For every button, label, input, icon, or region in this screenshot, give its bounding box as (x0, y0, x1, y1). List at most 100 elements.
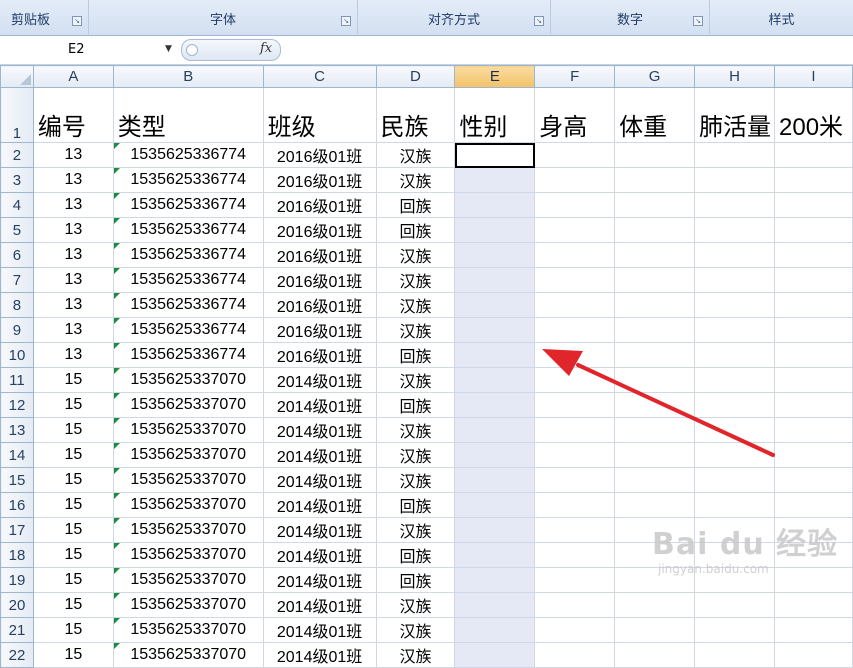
cell-a[interactable]: 13 (32, 142, 114, 168)
cell-c[interactable]: 2014级01班 (262, 417, 377, 443)
cell-h[interactable] (694, 492, 775, 518)
cell-b[interactable]: 1535625337070 (112, 442, 264, 468)
cell-i[interactable] (774, 392, 853, 418)
cell-a[interactable]: 13 (32, 217, 114, 243)
row-header[interactable]: 16 (0, 492, 34, 518)
cell-b[interactable]: 1535625336774 (112, 317, 264, 343)
cell-f[interactable] (534, 617, 616, 643)
cell-i[interactable] (774, 317, 853, 343)
cell-f[interactable] (534, 342, 616, 368)
cell-c[interactable]: 2014级01班 (262, 467, 377, 493)
cell-c[interactable]: 2016级01班 (262, 142, 377, 168)
cell-i[interactable] (774, 467, 853, 493)
cell-b[interactable]: 1535625337070 (112, 642, 264, 668)
cell-b[interactable]: 1535625337070 (112, 567, 264, 593)
header-cell-b[interactable]: 类型 (112, 87, 264, 143)
dialog-launcher-icon[interactable]: ↘ (72, 16, 82, 26)
cell-f[interactable] (534, 367, 616, 393)
cell-i[interactable] (774, 142, 853, 168)
cell-a[interactable]: 13 (32, 267, 114, 293)
cell-e[interactable] (454, 392, 536, 418)
cell-b[interactable]: 1535625337070 (112, 392, 264, 418)
cell-c[interactable]: 2014级01班 (262, 442, 377, 468)
row-header[interactable]: 7 (0, 267, 34, 293)
cell-e[interactable] (454, 242, 536, 268)
column-header-g[interactable]: G (614, 65, 696, 88)
cell-f[interactable] (534, 642, 616, 668)
cell-d[interactable]: 汉族 (375, 617, 456, 643)
cell-h[interactable] (694, 242, 775, 268)
row-header[interactable]: 2 (0, 142, 34, 168)
name-box[interactable]: E2 ▼ (2, 39, 174, 60)
cell-g[interactable] (614, 317, 696, 343)
cell-f[interactable] (534, 442, 616, 468)
cell-a[interactable]: 15 (32, 417, 114, 443)
header-cell-h[interactable]: 肺活量 (694, 87, 775, 143)
cell-b[interactable]: 1535625337070 (112, 592, 264, 618)
cell-c[interactable]: 2014级01班 (262, 642, 377, 668)
cell-g[interactable] (614, 392, 696, 418)
column-header-b[interactable]: B (112, 65, 264, 88)
cell-h[interactable] (694, 217, 775, 243)
row-header[interactable]: 17 (0, 517, 34, 543)
cell-g[interactable] (614, 367, 696, 393)
cell-a[interactable]: 15 (32, 517, 114, 543)
cell-d[interactable]: 回族 (375, 542, 456, 568)
row-header[interactable]: 1 (0, 87, 34, 143)
row-header[interactable]: 22 (0, 642, 34, 668)
header-cell-a[interactable]: 编号 (32, 87, 114, 143)
cell-a[interactable]: 15 (32, 367, 114, 393)
cell-a[interactable]: 15 (32, 467, 114, 493)
cell-b[interactable]: 1535625336774 (112, 242, 264, 268)
cell-c[interactable]: 2016级01班 (262, 342, 377, 368)
cell-b[interactable]: 1535625336774 (112, 192, 264, 218)
cell-e[interactable] (454, 317, 536, 343)
cell-c[interactable]: 2016级01班 (262, 167, 377, 193)
cell-a[interactable]: 13 (32, 317, 114, 343)
header-cell-i[interactable]: 200米 (774, 87, 853, 143)
row-header[interactable]: 18 (0, 542, 34, 568)
cell-h[interactable] (694, 142, 775, 168)
cell-a[interactable]: 13 (32, 342, 114, 368)
cell-c[interactable]: 2014级01班 (262, 367, 377, 393)
cell-a[interactable]: 15 (32, 592, 114, 618)
cell-a[interactable]: 15 (32, 492, 114, 518)
cell-e[interactable] (454, 592, 536, 618)
column-header-f[interactable]: F (534, 65, 616, 88)
cell-d[interactable]: 汉族 (375, 417, 456, 443)
cell-h[interactable] (694, 442, 775, 468)
dialog-launcher-icon[interactable]: ↘ (341, 16, 351, 26)
cell-d[interactable]: 汉族 (375, 267, 456, 293)
cell-b[interactable]: 1535625337070 (112, 467, 264, 493)
header-cell-g[interactable]: 体重 (614, 87, 696, 143)
cell-b[interactable]: 1535625336774 (112, 167, 264, 193)
cell-g[interactable] (614, 617, 696, 643)
cell-d[interactable]: 回族 (375, 342, 456, 368)
cell-h[interactable] (694, 292, 775, 318)
chevron-down-icon[interactable]: ▼ (165, 39, 172, 60)
cell-d[interactable]: 汉族 (375, 317, 456, 343)
cell-i[interactable] (774, 192, 853, 218)
cell-f[interactable] (534, 492, 616, 518)
cell-b[interactable]: 1535625337070 (112, 417, 264, 443)
cell-i[interactable] (774, 342, 853, 368)
cell-b[interactable]: 1535625336774 (112, 267, 264, 293)
cell-d[interactable]: 汉族 (375, 142, 456, 168)
row-header[interactable]: 12 (0, 392, 34, 418)
cell-h[interactable] (694, 392, 775, 418)
cell-b[interactable]: 1535625336774 (112, 342, 264, 368)
dialog-launcher-icon[interactable]: ↘ (534, 16, 544, 26)
cell-f[interactable] (534, 542, 616, 568)
header-cell-c[interactable]: 班级 (262, 87, 377, 143)
column-header-d[interactable]: D (375, 65, 456, 88)
cell-f[interactable] (534, 467, 616, 493)
cell-c[interactable]: 2016级01班 (262, 217, 377, 243)
cell-g[interactable] (614, 167, 696, 193)
cell-a[interactable]: 15 (32, 567, 114, 593)
cell-c[interactable]: 2014级01班 (262, 517, 377, 543)
cell-e[interactable] (454, 342, 536, 368)
cell-i[interactable] (774, 442, 853, 468)
cell-a[interactable]: 15 (32, 542, 114, 568)
cell-c[interactable]: 2016级01班 (262, 242, 377, 268)
cell-i[interactable] (774, 417, 853, 443)
